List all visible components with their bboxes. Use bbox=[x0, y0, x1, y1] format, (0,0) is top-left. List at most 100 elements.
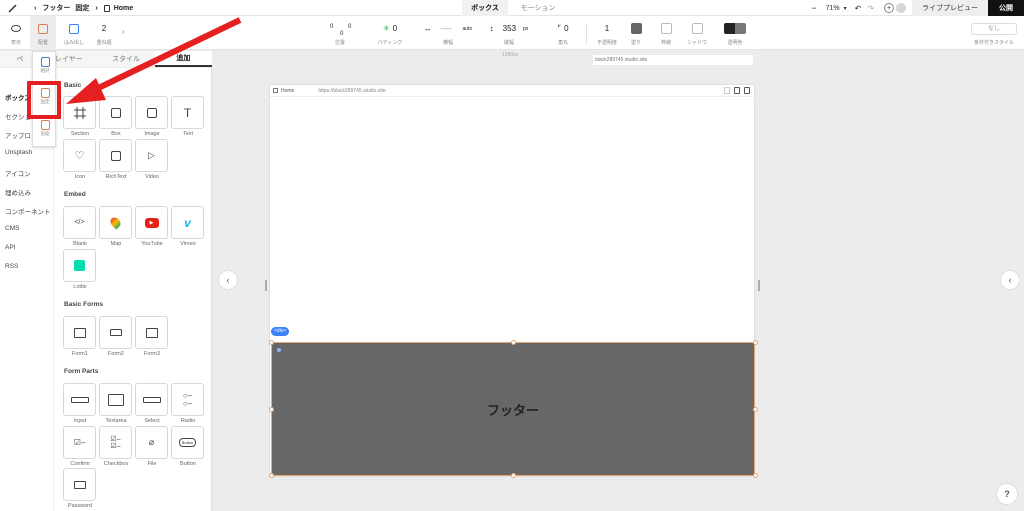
category-component[interactable]: コンポーネント bbox=[5, 206, 51, 216]
padding-control[interactable]: ✳ 0 パディング bbox=[370, 16, 410, 50]
collapse-right-button[interactable]: ‹ bbox=[1000, 270, 1020, 290]
vimeo-icon: v bbox=[184, 215, 191, 230]
label-video: Video bbox=[145, 174, 159, 180]
page-header: Home https://black289745.studio.site bbox=[270, 85, 756, 97]
breadcrumb-page-footer[interactable]: フッター bbox=[42, 3, 70, 13]
pos-right[interactable]: 0 bbox=[348, 24, 351, 30]
page-resize-handle-right[interactable] bbox=[758, 280, 760, 291]
shadow-control[interactable]: シャドウ bbox=[684, 16, 710, 50]
category-api[interactable]: API bbox=[5, 244, 15, 251]
pen-icon[interactable] bbox=[8, 3, 18, 13]
chevron-right-icon: › bbox=[95, 4, 98, 12]
tile-video[interactable]: ▷ bbox=[135, 139, 168, 172]
fill-control[interactable]: 塗り bbox=[624, 16, 648, 50]
resize-handle-ml[interactable] bbox=[269, 407, 274, 412]
width-control[interactable]: ↔ ---- auto 横幅 bbox=[420, 16, 476, 50]
tile-form2[interactable] bbox=[99, 316, 132, 349]
label-button: Button bbox=[180, 461, 196, 467]
undo-icon[interactable]: ↶ bbox=[855, 4, 862, 13]
canvas-width-label: 1280px bbox=[502, 52, 519, 58]
copy-icon[interactable] bbox=[734, 87, 740, 94]
resize-handle-bm[interactable] bbox=[511, 473, 516, 478]
label-map: Map bbox=[110, 241, 122, 247]
tab-motion[interactable]: モーション bbox=[508, 0, 568, 16]
position-offsets[interactable]: 0 0 0 位置 bbox=[318, 16, 362, 50]
label-password: Password bbox=[67, 503, 93, 509]
tile-input[interactable] bbox=[63, 383, 96, 416]
canvas-url-top: black289745.studio.site bbox=[593, 55, 753, 65]
tile-file[interactable]: ⌀ bbox=[135, 426, 168, 459]
resize-handle-tl[interactable] bbox=[269, 340, 274, 345]
breadcrumb-page-home[interactable]: Home bbox=[114, 5, 133, 12]
chevron-down-icon[interactable]: ▾ bbox=[844, 5, 847, 12]
position-option-relative[interactable]: 相対 bbox=[33, 57, 57, 74]
tile-blank[interactable]: </> bbox=[63, 206, 96, 239]
pos-left[interactable]: 0 bbox=[330, 24, 333, 30]
opacity-control[interactable]: 1 不透明度 bbox=[594, 16, 620, 50]
tile-form3[interactable] bbox=[135, 316, 168, 349]
collapse-left-button[interactable]: ‹ bbox=[218, 270, 238, 290]
chevron-left-icon: ‹ bbox=[226, 275, 230, 285]
radius-control[interactable]: ⌜ 0 角丸 bbox=[546, 16, 580, 50]
pos-bottom[interactable]: 0 bbox=[340, 31, 343, 37]
tile-button[interactable]: Button bbox=[171, 426, 204, 459]
zoom-out-icon[interactable]: − bbox=[811, 3, 816, 13]
publish-button[interactable]: 公開 bbox=[988, 0, 1024, 16]
height-control[interactable]: ↕ 353 px 縦幅 bbox=[484, 16, 534, 50]
component-area: Basic Section Box Image T Text ♡ Icon Ri… bbox=[54, 68, 212, 511]
display-control[interactable]: 表示 bbox=[4, 16, 28, 50]
resize-handle-bl[interactable] bbox=[269, 473, 274, 478]
div-tag[interactable]: <div> bbox=[271, 327, 290, 336]
position-control[interactable]: 配置 bbox=[30, 16, 56, 50]
resize-handle-br[interactable] bbox=[753, 473, 758, 478]
button-mini: Button bbox=[178, 438, 197, 447]
tile-password[interactable] bbox=[63, 468, 96, 501]
category-rss[interactable]: RSS bbox=[5, 263, 18, 270]
tile-richtext[interactable] bbox=[99, 139, 132, 172]
tile-select[interactable] bbox=[135, 383, 168, 416]
resize-handle-tm[interactable] bbox=[511, 340, 516, 345]
tile-lottie[interactable] bbox=[63, 249, 96, 282]
resize-handle-mr[interactable] bbox=[753, 407, 758, 412]
tile-confirm[interactable]: ☑– bbox=[63, 426, 96, 459]
paperclip-icon: ⌀ bbox=[148, 437, 155, 447]
avatar[interactable] bbox=[896, 3, 906, 13]
category-unsplash[interactable]: Unsplash bbox=[5, 149, 32, 156]
tab-box[interactable]: ボックス bbox=[462, 0, 508, 16]
blend-control[interactable]: 透明色 bbox=[720, 16, 750, 50]
section-form-parts: Form Parts bbox=[64, 368, 99, 375]
category-upload[interactable]: アップロ bbox=[5, 130, 31, 140]
redo-icon[interactable]: ↷ bbox=[867, 4, 874, 13]
page-resize-handle-left[interactable] bbox=[265, 280, 267, 291]
tile-youtube[interactable]: ▶ bbox=[135, 206, 168, 239]
relative-position-icon bbox=[40, 57, 50, 67]
tile-form1[interactable] bbox=[63, 316, 96, 349]
category-icon[interactable]: アイコン bbox=[5, 168, 31, 178]
add-member-icon[interactable]: + bbox=[884, 3, 894, 13]
position-option-sticky[interactable]: 追従 bbox=[33, 120, 57, 137]
border-control[interactable]: 枠線 bbox=[654, 16, 678, 50]
zoom-level[interactable]: 71% bbox=[826, 5, 840, 12]
resize-handle-tr[interactable] bbox=[753, 340, 758, 345]
add-page-icon[interactable] bbox=[744, 87, 750, 94]
live-preview-button[interactable]: ライブプレビュー bbox=[912, 0, 988, 16]
label-textarea: Textarea bbox=[105, 418, 127, 424]
conditional-style-control[interactable]: なし 条件付きスタイル bbox=[968, 16, 1020, 50]
page-url: https://black289745.studio.site bbox=[318, 87, 386, 94]
label-section: Section bbox=[70, 131, 90, 137]
duplicate-icon[interactable] bbox=[724, 87, 730, 94]
category-embed[interactable]: 埋め込み bbox=[5, 187, 31, 197]
breadcrumb: › フッター 固定 › Home bbox=[34, 0, 133, 16]
tile-icon[interactable]: ♡ bbox=[63, 139, 96, 172]
tile-checkbox[interactable]: ☑– ☑– bbox=[99, 426, 132, 459]
page-file-icon bbox=[103, 4, 110, 12]
tile-radio[interactable]: ○– ○– bbox=[171, 383, 204, 416]
category-cms[interactable]: CMS bbox=[5, 225, 19, 232]
tile-vimeo[interactable]: v bbox=[171, 206, 204, 239]
richtext-icon bbox=[110, 150, 121, 161]
help-button[interactable]: ? bbox=[996, 483, 1018, 505]
tile-map[interactable] bbox=[99, 206, 132, 239]
footer-box[interactable]: フッター bbox=[271, 342, 755, 476]
label-form1: Form1 bbox=[72, 351, 88, 357]
tile-textarea[interactable] bbox=[99, 383, 132, 416]
